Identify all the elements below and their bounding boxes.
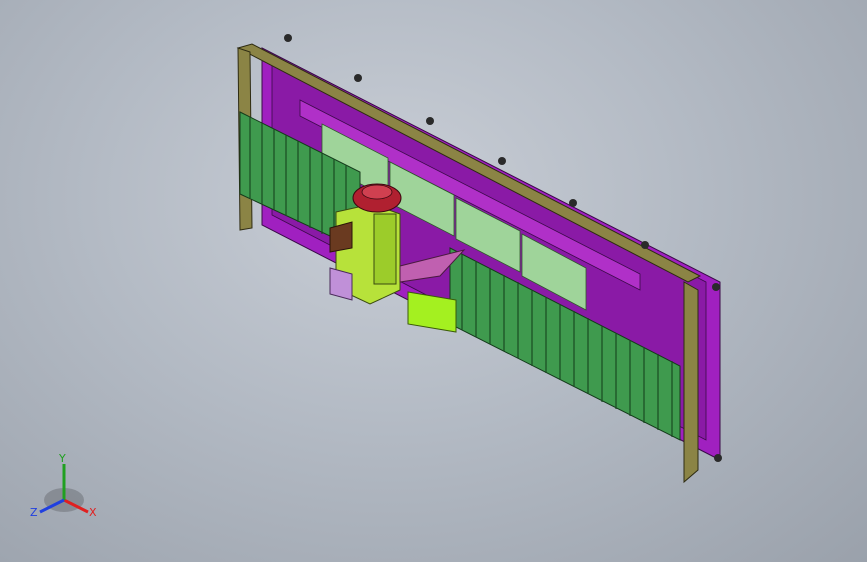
assembly-model[interactable]: [236, 34, 722, 484]
control-box: [329, 267, 353, 301]
cad-viewport[interactable]: [0, 0, 867, 562]
carriage-cylinder: [373, 213, 397, 285]
outer-frame-right-post: [683, 281, 699, 484]
motor-cap: [361, 184, 393, 200]
